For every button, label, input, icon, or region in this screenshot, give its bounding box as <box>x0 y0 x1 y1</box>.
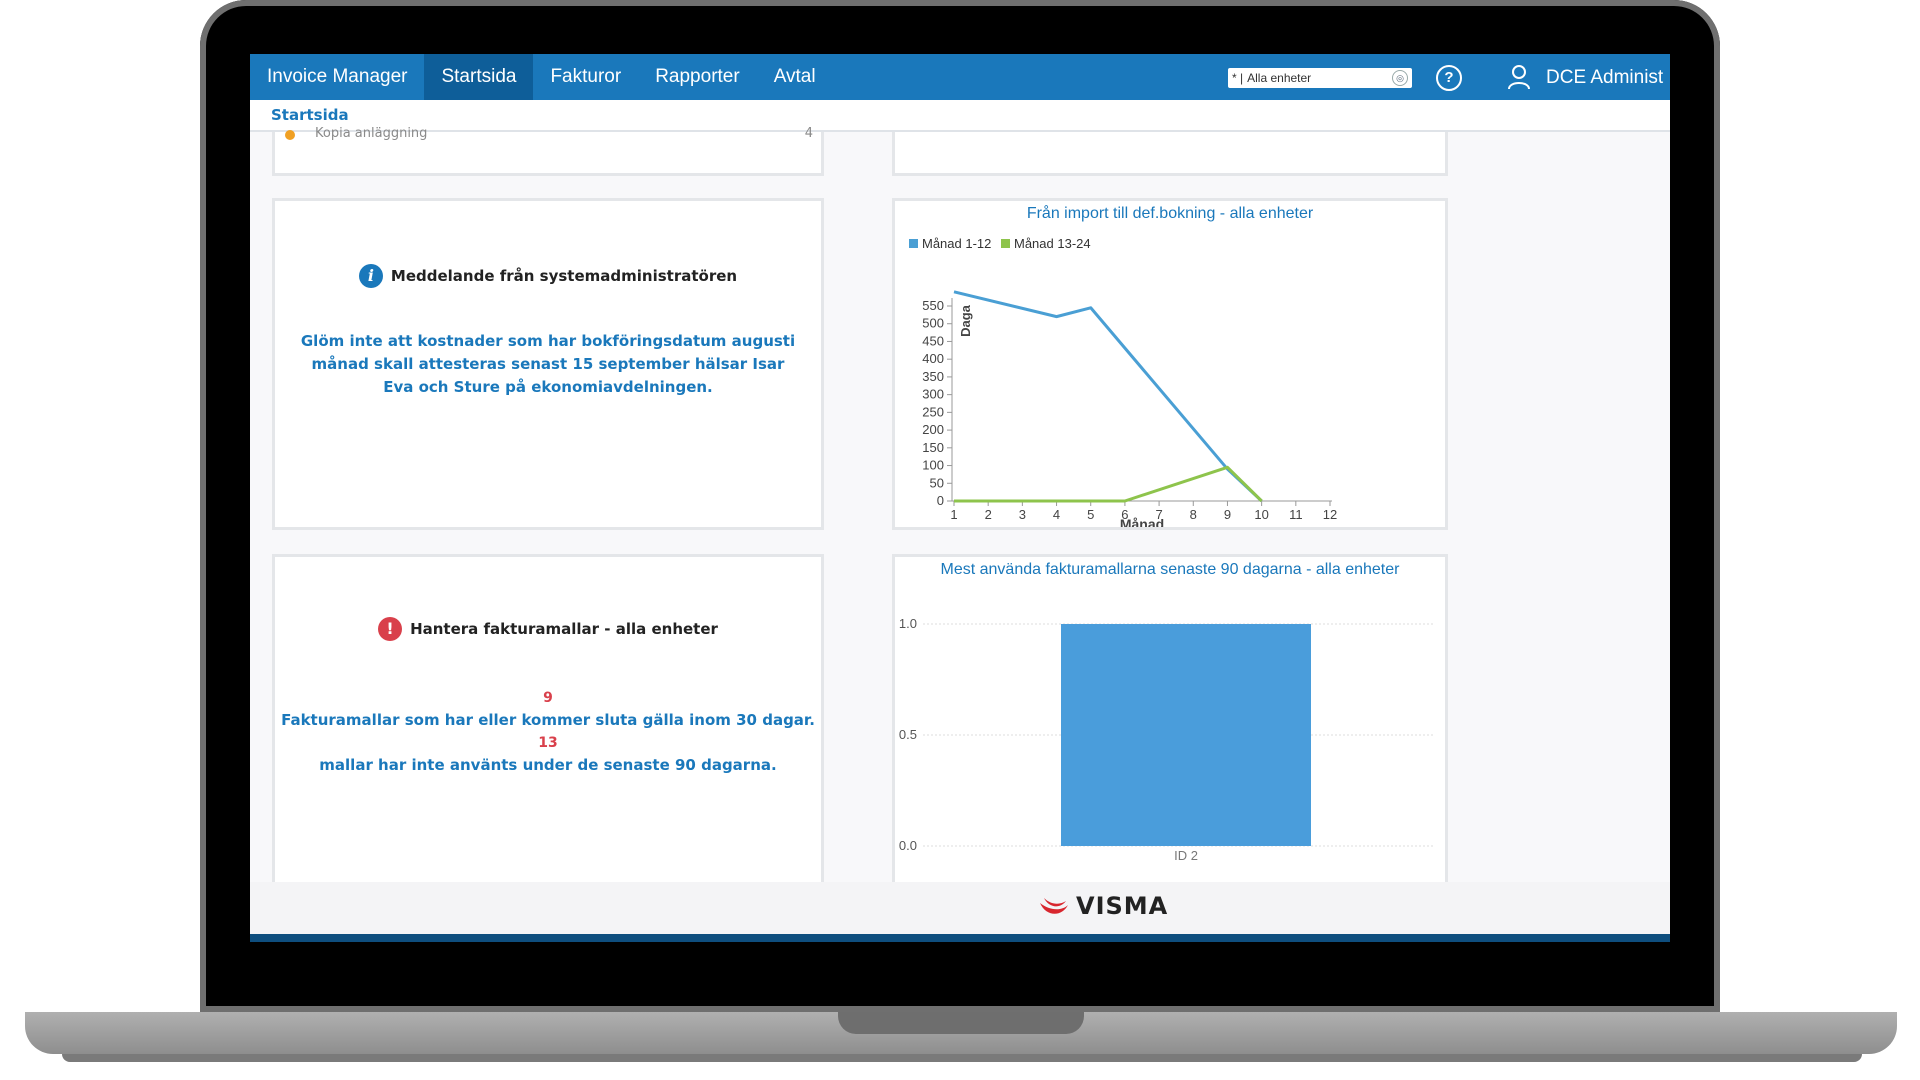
x-tick-label: 1 <box>950 507 957 522</box>
legend-swatch-1 <box>909 239 918 248</box>
y-tick-label: 450 <box>922 333 944 348</box>
x-tick-label: 4 <box>1053 507 1060 522</box>
list-item-label: Kopia anläggning <box>315 126 428 141</box>
list-item-count: 4 <box>804 126 813 141</box>
x-tick-label: 11 <box>1289 507 1303 522</box>
line-chart-panel: Från import till def.bokning - alla enhe… <box>892 198 1448 530</box>
laptop-notch <box>838 1012 1084 1034</box>
nav-brand[interactable]: Invoice Manager <box>250 54 424 100</box>
y-tick-label: 300 <box>922 387 944 402</box>
y-tick-label: 100 <box>922 458 944 473</box>
nav-item-avtal[interactable]: Avtal <box>757 54 833 100</box>
templates-heading-text: Hantera fakturamallar - alla enheter <box>410 620 718 638</box>
x-tick-label: 10 <box>1254 507 1268 522</box>
message-heading-text: Meddelande från systemadministratören <box>390 267 738 285</box>
top-navigation: Invoice Manager Startsida Fakturor Rappo… <box>250 54 1670 100</box>
y-tick-label: 0.0 <box>899 838 917 853</box>
templates-heading: ! Hantera fakturamallar - alla enheter <box>275 617 821 641</box>
unused-text[interactable]: mallar har inte använts under de senaste… <box>275 756 821 774</box>
y-tick-label: 0.5 <box>899 727 917 742</box>
warning-icon: ! <box>378 617 403 641</box>
series-line-2 <box>954 465 1263 503</box>
y-tick-label: 1.0 <box>899 616 917 631</box>
legend-label-2: Månad 13-24 <box>1014 236 1091 251</box>
x-tick-label: 8 <box>1190 507 1197 522</box>
y-axis-label: Daga <box>958 304 973 337</box>
y-tick-label: 400 <box>922 351 944 366</box>
visma-logo-text: VISMA <box>1076 892 1169 920</box>
x-tick-label: 2 <box>985 507 992 522</box>
x-tick-label: 12 <box>1323 507 1337 522</box>
bar <box>1061 624 1311 846</box>
message-heading: i Meddelande från systemadministratören <box>275 264 821 288</box>
list-item[interactable]: Kopia anläggning 4 <box>279 124 819 144</box>
dropdown-icon[interactable]: ◎ <box>1392 70 1408 86</box>
previous-list-panel: Kopia anläggning 4 <box>272 126 824 176</box>
line-chart-title: Från import till def.bokning - alla enhe… <box>1026 205 1314 222</box>
y-tick-label: 200 <box>922 422 944 437</box>
legend-label-1: Månad 1-12 <box>922 236 991 251</box>
message-text: Glöm inte att kostnader som har bokförin… <box>300 332 796 396</box>
bar-chart: 0.0 0.5 1.0 ID 2 <box>899 616 1433 863</box>
unit-select[interactable]: * | Alla enheter ◎ <box>1228 68 1412 88</box>
status-dot-icon <box>285 130 295 140</box>
visma-swoosh-icon <box>1040 898 1068 914</box>
y-tick-label: 150 <box>922 440 944 455</box>
series-line-1 <box>953 290 1263 503</box>
templates-panel: ! Hantera fakturamallar - alla enheter 9… <box>272 554 824 886</box>
footer: VISMA <box>250 882 1670 934</box>
message-panel: i Meddelande från systemadministratören … <box>272 198 824 530</box>
expiring-text[interactable]: Fakturamallar som har eller kommer sluta… <box>275 711 821 729</box>
y-tick-label: 500 <box>922 316 944 331</box>
unused-count[interactable]: 13 <box>275 735 821 751</box>
y-tick-label: 50 <box>930 475 944 490</box>
y-tick-label: 250 <box>922 404 944 419</box>
laptop-foot <box>62 1054 1862 1062</box>
expiring-count[interactable]: 9 <box>275 690 821 706</box>
bar-chart-title: Mest använda fakturamallarna senaste 90 … <box>940 561 1400 578</box>
unit-select-value: Alla enheter <box>1247 71 1312 85</box>
user-name[interactable]: DCE Administ <box>1546 54 1670 100</box>
bottom-strip <box>250 934 1670 942</box>
visma-logo: VISMA <box>1038 892 1168 920</box>
x-tick-label: 3 <box>1019 507 1026 522</box>
unit-select-prefix: * | <box>1232 71 1244 85</box>
y-tick-label: 350 <box>922 369 944 384</box>
nav-item-startsida[interactable]: Startsida <box>424 54 534 100</box>
user-icon[interactable] <box>1506 64 1532 90</box>
app-screen: Invoice Manager Startsida Fakturor Rappo… <box>250 54 1670 942</box>
breadcrumb[interactable]: Startsida <box>271 106 349 124</box>
bar-chart-panel: Mest använda fakturamallarna senaste 90 … <box>892 554 1448 886</box>
y-tick-label: 550 <box>922 298 944 313</box>
line-chart: Månad 1-12 Månad 13-24 0 50 100 150 200 250 300 3… <box>909 236 1337 527</box>
previous-chart-panel <box>892 132 1448 176</box>
nav-item-fakturor[interactable]: Fakturor <box>533 54 638 100</box>
help-icon[interactable]: ? <box>1436 65 1462 91</box>
legend-swatch-2 <box>1001 239 1010 248</box>
nav-item-rapporter[interactable]: Rapporter <box>638 54 757 100</box>
y-tick-label: 0 <box>937 493 944 508</box>
x-tick-label: ID 2 <box>1174 848 1198 863</box>
x-axis-label: Månad <box>1120 516 1164 527</box>
x-tick-label: 5 <box>1087 507 1094 522</box>
info-icon: i <box>358 264 383 288</box>
x-tick-label: 9 <box>1224 507 1231 522</box>
